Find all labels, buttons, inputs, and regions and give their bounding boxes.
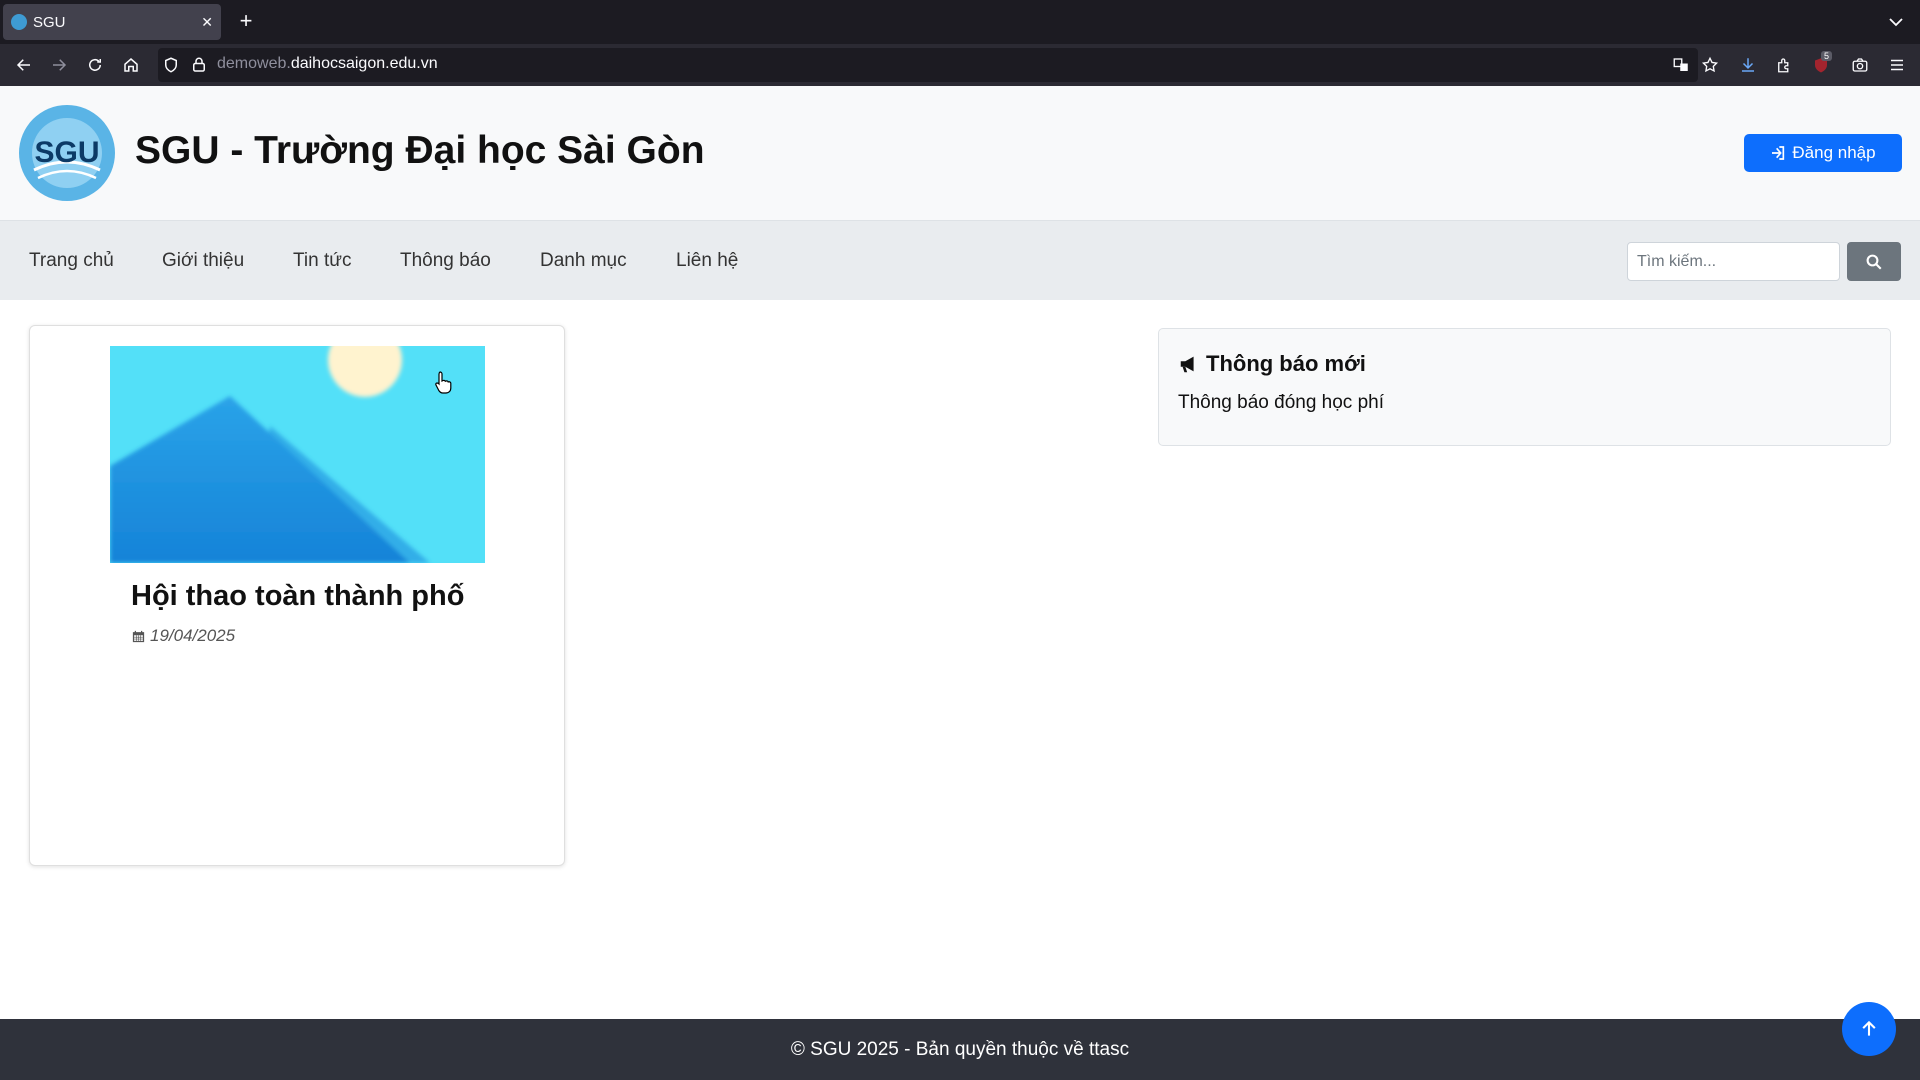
- back-to-top-button[interactable]: [1842, 1002, 1896, 1056]
- hand-cursor-icon: [435, 371, 452, 394]
- url-domain: daihocsaigon.edu.vn: [290, 55, 438, 72]
- shield-icon[interactable]: [156, 50, 186, 80]
- login-button[interactable]: Đăng nhập: [1744, 134, 1902, 172]
- browser-tab-bar: SGU ✕ +: [0, 0, 1920, 44]
- notice-item[interactable]: Thông báo đóng học phí: [1178, 392, 1384, 414]
- home-button[interactable]: [116, 50, 146, 80]
- forward-button[interactable]: [44, 50, 74, 80]
- logo-text: SGU: [34, 136, 99, 169]
- search-icon: [1866, 254, 1882, 269]
- search-button[interactable]: [1847, 242, 1901, 281]
- menu-hamburger-icon[interactable]: [1882, 50, 1912, 80]
- calendar-icon: [132, 630, 145, 642]
- news-date: 19/04/2025: [131, 626, 235, 646]
- new-tab-button[interactable]: +: [232, 7, 260, 35]
- footer: © SGU 2025 - Bản quyền thuộc về ttasc: [0, 1019, 1920, 1080]
- nav-item-lien-he[interactable]: Liên hệ: [676, 250, 738, 272]
- url-subdomain: demoweb.: [217, 55, 291, 72]
- home-icon: [124, 58, 138, 72]
- news-card[interactable]: Hội thao toàn thành phố 19/04/2025: [29, 325, 565, 866]
- arrow-left-icon: [16, 59, 30, 71]
- login-label: Đăng nhập: [1792, 143, 1876, 162]
- notice-panel: Thông báo mới Thông báo đóng học phí: [1158, 328, 1891, 446]
- arrow-right-icon: [53, 59, 67, 71]
- translate-icon[interactable]: [1666, 50, 1696, 80]
- favicon-icon: [11, 14, 27, 30]
- site-title: SGU - Trường Đại học Sài Gòn: [135, 129, 705, 172]
- nav-item-tin-tuc[interactable]: Tin tức: [293, 250, 351, 272]
- extension-badge: 5: [1820, 51, 1832, 61]
- bookmark-star-icon[interactable]: [1695, 50, 1725, 80]
- notice-heading: Thông báo mới: [1178, 351, 1366, 377]
- sgu-logo[interactable]: SGU: [18, 104, 116, 202]
- search-input[interactable]: [1627, 242, 1840, 281]
- back-button[interactable]: [9, 50, 39, 80]
- nav-item-gioi-thieu[interactable]: Giới thiệu: [162, 250, 244, 272]
- browser-toolbar: demoweb.daihocsaigon.edu.vn 5: [0, 44, 1920, 86]
- extensions-icon[interactable]: [1769, 50, 1799, 80]
- tab-title: SGU: [33, 13, 66, 31]
- screenshot-icon[interactable]: [1845, 50, 1875, 80]
- url-text: demoweb.daihocsaigon.edu.vn: [217, 55, 438, 73]
- notice-heading-text: Thông báo mới: [1206, 351, 1366, 376]
- news-title[interactable]: Hội thao toàn thành phố: [131, 580, 464, 613]
- tab-close-icon[interactable]: ✕: [201, 14, 213, 31]
- reload-button[interactable]: [80, 50, 110, 80]
- downloads-icon[interactable]: [1733, 50, 1763, 80]
- bullhorn-icon: [1180, 356, 1194, 373]
- tab-list-chevron-icon[interactable]: [1884, 10, 1908, 34]
- news-date-text: 19/04/2025: [150, 626, 236, 645]
- sign-in-icon: [1772, 146, 1785, 160]
- reload-icon: [89, 58, 101, 71]
- nav-item-trang-chu[interactable]: Trang chủ: [29, 250, 114, 272]
- browser-tab[interactable]: SGU ✕: [3, 4, 221, 40]
- nav-item-thong-bao[interactable]: Thông báo: [400, 250, 491, 272]
- nav-item-danh-muc[interactable]: Danh mục: [540, 250, 627, 272]
- main-nav: Trang chủ Giới thiệu Tin tức Thông báo D…: [0, 221, 1920, 300]
- news-thumbnail-image[interactable]: [110, 346, 485, 563]
- copyright-text: © SGU 2025 - Bản quyền thuộc về ttasc: [790, 1038, 1130, 1060]
- lock-icon[interactable]: [184, 50, 214, 80]
- arrow-up-icon: [1862, 1020, 1876, 1036]
- site-header: SGU SGU - Trường Đại học Sài Gòn Đăng nh…: [0, 86, 1920, 221]
